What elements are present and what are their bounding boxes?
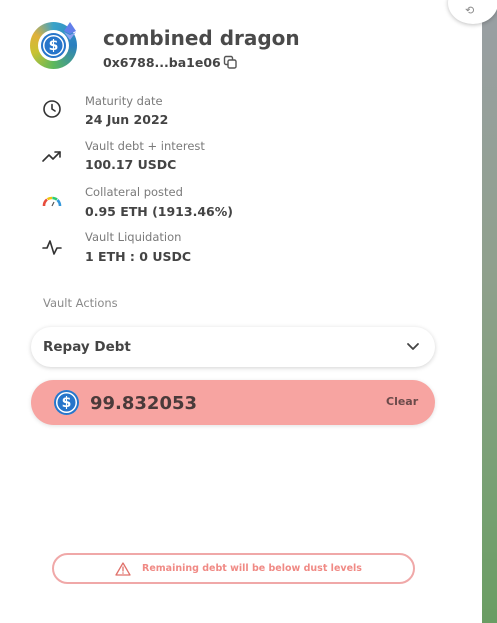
vault-action-select[interactable]: Repay Debt <box>31 327 435 367</box>
collateral-label: Collateral posted <box>85 185 183 199</box>
maturity-date-value: 24 Jun 2022 <box>85 112 169 127</box>
repay-amount-input[interactable] <box>90 389 360 417</box>
clear-button[interactable]: Clear <box>386 395 418 408</box>
vault-name: combined dragon <box>103 26 300 50</box>
liquidation-label: Vault Liquidation <box>85 230 182 244</box>
chevron-down-icon <box>407 343 419 350</box>
usdc-token-icon: $ <box>54 390 79 415</box>
dust-warning-banner: Remaining debt will be below dust levels <box>52 553 415 584</box>
refresh-icon: ⟲ <box>465 4 475 17</box>
repay-amount-field: $ Clear <box>31 380 435 425</box>
vault-address: 0x6788...ba1e06 <box>103 55 221 70</box>
trending-up-icon <box>42 151 61 162</box>
usdc-icon: $ <box>41 33 66 58</box>
liquidation-value: 1 ETH : 0 USDC <box>85 249 192 264</box>
clock-icon <box>43 100 61 118</box>
vault-actions-title: Vault Actions <box>43 296 118 310</box>
vault-action-selected: Repay Debt <box>43 339 131 355</box>
vault-panel: $ combined dragon 0x6788...ba1e06 Maturi… <box>0 0 482 623</box>
maturity-date-label: Maturity date <box>85 94 163 108</box>
background-strip <box>482 0 497 623</box>
collateral-value: 0.95 ETH (1913.46%) <box>85 204 233 219</box>
vault-debt-label: Vault debt + interest <box>85 139 205 153</box>
vault-debt-value: 100.17 USDC <box>85 157 177 172</box>
warning-text: Remaining debt will be below dust levels <box>142 563 362 574</box>
warning-icon <box>115 562 131 576</box>
activity-icon <box>42 240 62 255</box>
vault-avatar: $ <box>30 22 77 69</box>
gauge-icon <box>42 196 62 207</box>
eth-icon <box>64 22 76 40</box>
copy-icon[interactable] <box>223 55 238 70</box>
